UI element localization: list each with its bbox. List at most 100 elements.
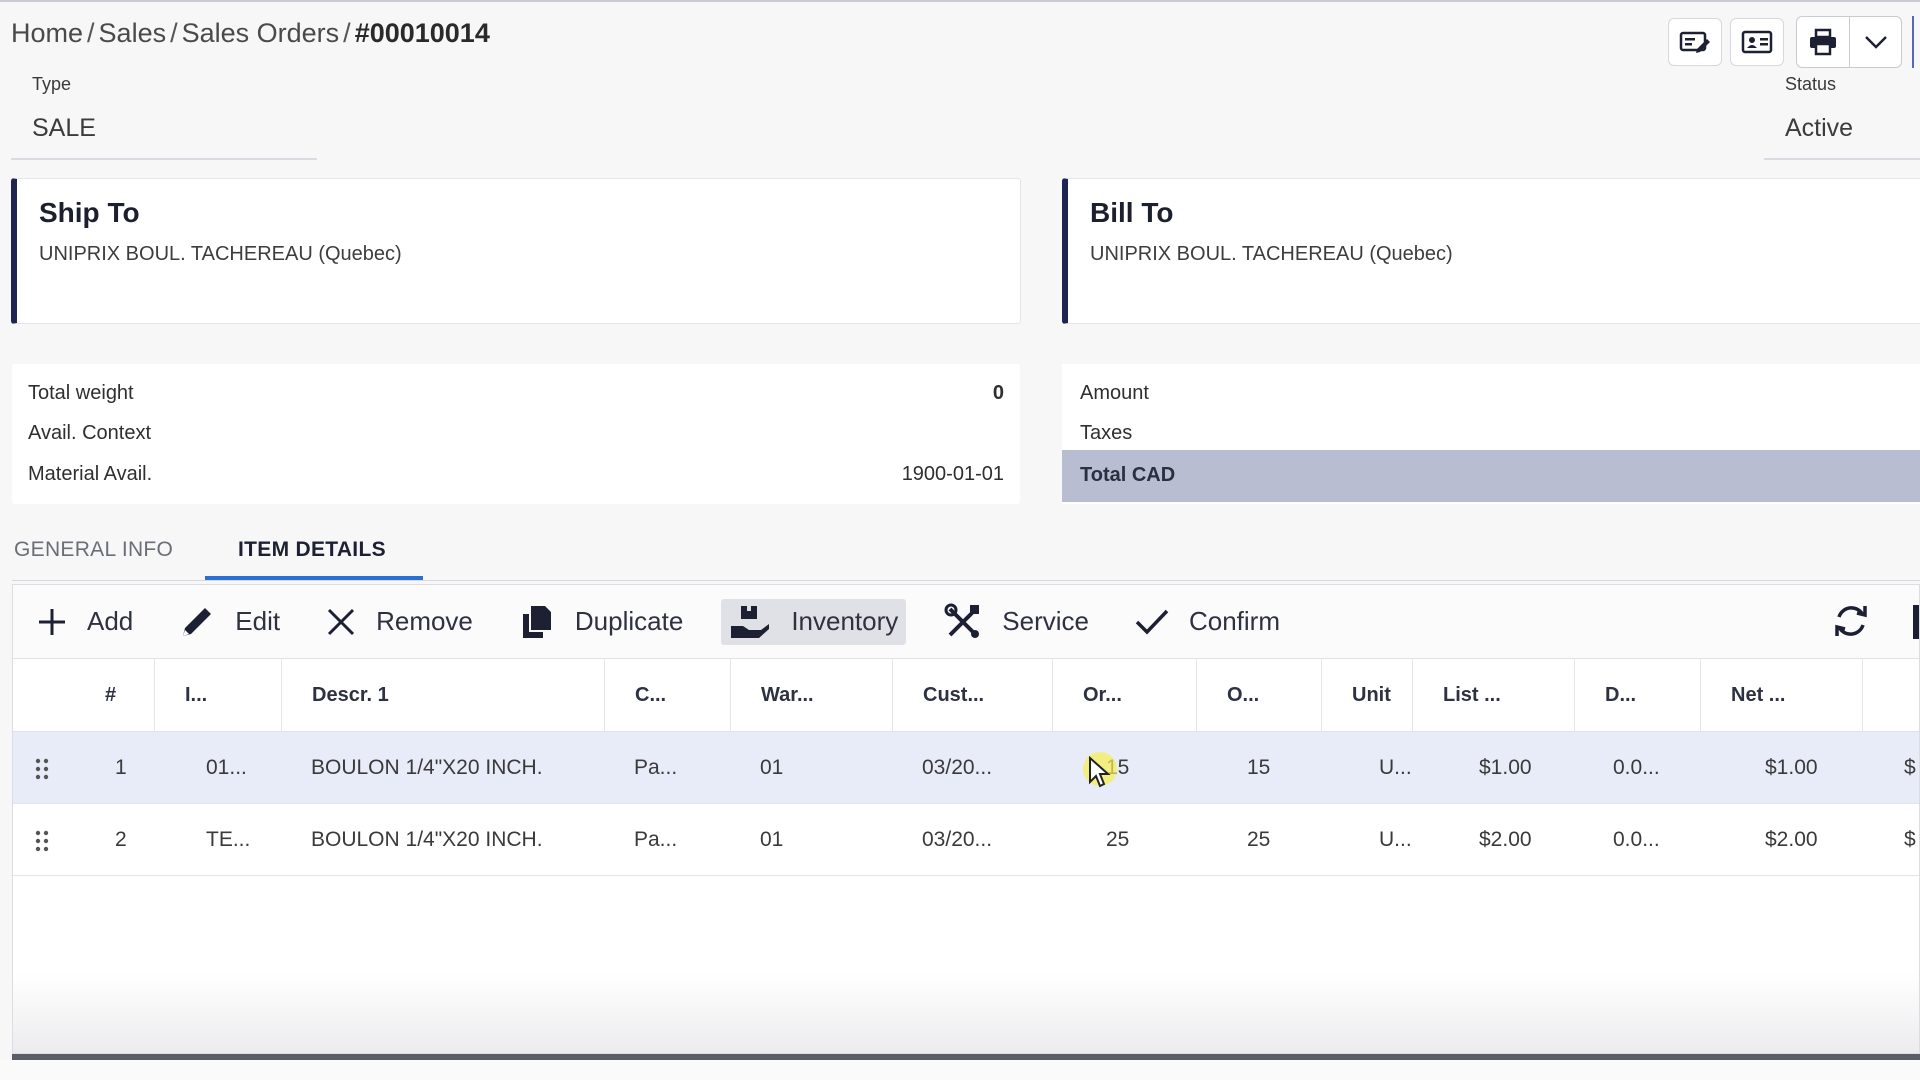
cell-number: 1: [115, 756, 127, 779]
duplicate-button[interactable]: Duplicate: [511, 599, 691, 645]
material-avail-row: Material Avail. 1900-01-01: [28, 463, 1004, 486]
type-value[interactable]: SALE: [32, 114, 96, 143]
column-header-descr[interactable]: Descr. 1: [281, 659, 604, 732]
drag-handle-icon[interactable]: [35, 758, 49, 780]
cell-item: TE...: [206, 828, 251, 851]
print-options-dropdown[interactable]: [1849, 17, 1901, 67]
close-icon: [328, 608, 355, 635]
copy-icon: [522, 605, 551, 638]
column-header-discount[interactable]: D...: [1574, 659, 1700, 732]
amount-row: Amount: [1080, 382, 1904, 405]
ship-to-title: Ship To: [39, 197, 140, 228]
tab-bar-divider: [12, 580, 1920, 581]
remove-button[interactable]: Remove: [318, 599, 481, 645]
offscreen-toolbar-edge: [1913, 605, 1919, 639]
refresh-icon: [1835, 606, 1867, 636]
column-header-offscreen: [1862, 659, 1920, 732]
inventory-icon: [731, 605, 770, 638]
bill-to-card[interactable]: Bill To UNIPRIX BOUL. TACHEREAU (Quebec): [1062, 178, 1920, 324]
cell-list-price: $2.00: [1479, 828, 1532, 851]
duplicate-button-label: Duplicate: [574, 606, 684, 636]
grid-empty-area: [13, 973, 1919, 1053]
breadcrumb: Home / Sales / Sales Orders / #00010014: [11, 18, 490, 49]
cell-c: Pa...: [634, 756, 678, 779]
cell-ordered[interactable]: 25: [1076, 804, 1129, 876]
plus-icon: [39, 608, 65, 635]
cell-unit: U...: [1379, 756, 1412, 779]
column-header-list-price[interactable]: List ...: [1412, 659, 1574, 732]
cell-discount: 0.0...: [1613, 828, 1660, 851]
material-avail-label: Material Avail.: [28, 463, 153, 485]
grid-header-row: # I... Descr. 1 C... War... Cust... Or..…: [13, 659, 1919, 732]
total-weight-value: 0: [992, 382, 1004, 404]
type-label: Type: [32, 74, 72, 94]
order-summary-right: Amount Taxes Total CAD: [1062, 364, 1920, 504]
inventory-button[interactable]: Inventory: [721, 598, 907, 645]
cell-discount: 0.0...: [1613, 756, 1660, 779]
active-tab-indicator: [205, 576, 423, 580]
cell-number: 2: [115, 828, 127, 851]
column-header-warehouse[interactable]: War...: [730, 659, 892, 732]
cell-list-price: $1.00: [1479, 756, 1532, 779]
ship-to-card[interactable]: Ship To UNIPRIX BOUL. TACHEREAU (Quebec): [11, 178, 1021, 324]
column-header-net-price[interactable]: Net ...: [1700, 659, 1862, 732]
type-field-underline: [11, 158, 317, 160]
inventory-button-label: Inventory: [791, 606, 899, 636]
cell-warehouse: 01: [760, 756, 784, 779]
drag-handle-icon[interactable]: [35, 830, 49, 852]
column-header-ordered[interactable]: Or...: [1052, 659, 1196, 732]
bill-to-title: Bill To: [1090, 197, 1174, 228]
chevron-down-icon: [1864, 36, 1887, 49]
cell-o: 15: [1247, 756, 1271, 779]
total-cad-band: Total CAD: [1062, 450, 1920, 502]
cell-unit: U...: [1379, 828, 1412, 851]
add-button[interactable]: Add: [29, 599, 141, 645]
tab-general-info[interactable]: GENERAL INFO: [14, 538, 173, 562]
amount-label: Amount: [1080, 382, 1149, 404]
print-button[interactable]: [1797, 17, 1849, 67]
edit-card-button[interactable]: [1668, 18, 1722, 66]
print-split-button: [1796, 16, 1902, 68]
item-toolbar: Add Edit Remove Duplicate Inventory Serv…: [13, 585, 1919, 659]
pencil-icon: [183, 607, 212, 636]
add-button-label: Add: [87, 606, 134, 636]
cell-customer-date: 03/20...: [922, 756, 993, 779]
status-value[interactable]: Active: [1785, 114, 1853, 143]
cell-c: Pa...: [634, 828, 678, 851]
item-details-panel: Add Edit Remove Duplicate Inventory Serv…: [12, 584, 1920, 1054]
table-row[interactable]: 2 TE... BOULON 1/4"X20 INCH. Pa... 01 03…: [13, 804, 1919, 876]
cell-net-price: $2.00: [1765, 828, 1818, 851]
cell-offscreen: $: [1904, 756, 1916, 779]
service-button-label: Service: [1002, 606, 1089, 636]
avail-context-row: Avail. Context: [28, 422, 1004, 445]
service-button[interactable]: Service: [936, 599, 1097, 645]
cell-o: 25: [1247, 828, 1271, 851]
cell-customer-date: 03/20...: [922, 828, 993, 851]
column-header-number[interactable]: #: [13, 659, 154, 732]
cell-description: BOULON 1/4"X20 INCH.: [311, 828, 543, 851]
checkmark-icon: [1135, 609, 1169, 635]
edit-button[interactable]: Edit: [171, 599, 288, 645]
ship-to-address: UNIPRIX BOUL. TACHEREAU (Quebec): [39, 243, 402, 265]
cell-warehouse: 01: [760, 828, 784, 851]
column-header-item[interactable]: I...: [154, 659, 281, 732]
cell-description: BOULON 1/4"X20 INCH.: [311, 756, 543, 779]
column-header-c[interactable]: C...: [604, 659, 730, 732]
remove-button-label: Remove: [376, 606, 473, 636]
table-row[interactable]: 1 01... BOULON 1/4"X20 INCH. Pa... 01 03…: [13, 732, 1919, 804]
confirm-button[interactable]: Confirm: [1127, 599, 1288, 645]
breadcrumb-sales[interactable]: Sales: [99, 18, 167, 49]
order-summary-left: Total weight 0 Avail. Context Material A…: [12, 364, 1020, 504]
tab-item-details[interactable]: ITEM DETAILS: [238, 538, 386, 562]
cell-net-price: $1.00: [1765, 756, 1818, 779]
printer-icon: [1810, 28, 1836, 56]
column-header-o[interactable]: O...: [1196, 659, 1321, 732]
column-header-customer[interactable]: Cust...: [892, 659, 1052, 732]
material-avail-value: 1900-01-01: [901, 463, 1004, 485]
refresh-button[interactable]: [1831, 601, 1871, 646]
total-weight-label: Total weight: [28, 382, 134, 404]
contact-card-button[interactable]: [1730, 18, 1784, 66]
breadcrumb-sales-orders[interactable]: Sales Orders: [182, 18, 340, 49]
breadcrumb-home[interactable]: Home: [11, 18, 83, 49]
column-header-unit[interactable]: Unit: [1321, 659, 1412, 732]
